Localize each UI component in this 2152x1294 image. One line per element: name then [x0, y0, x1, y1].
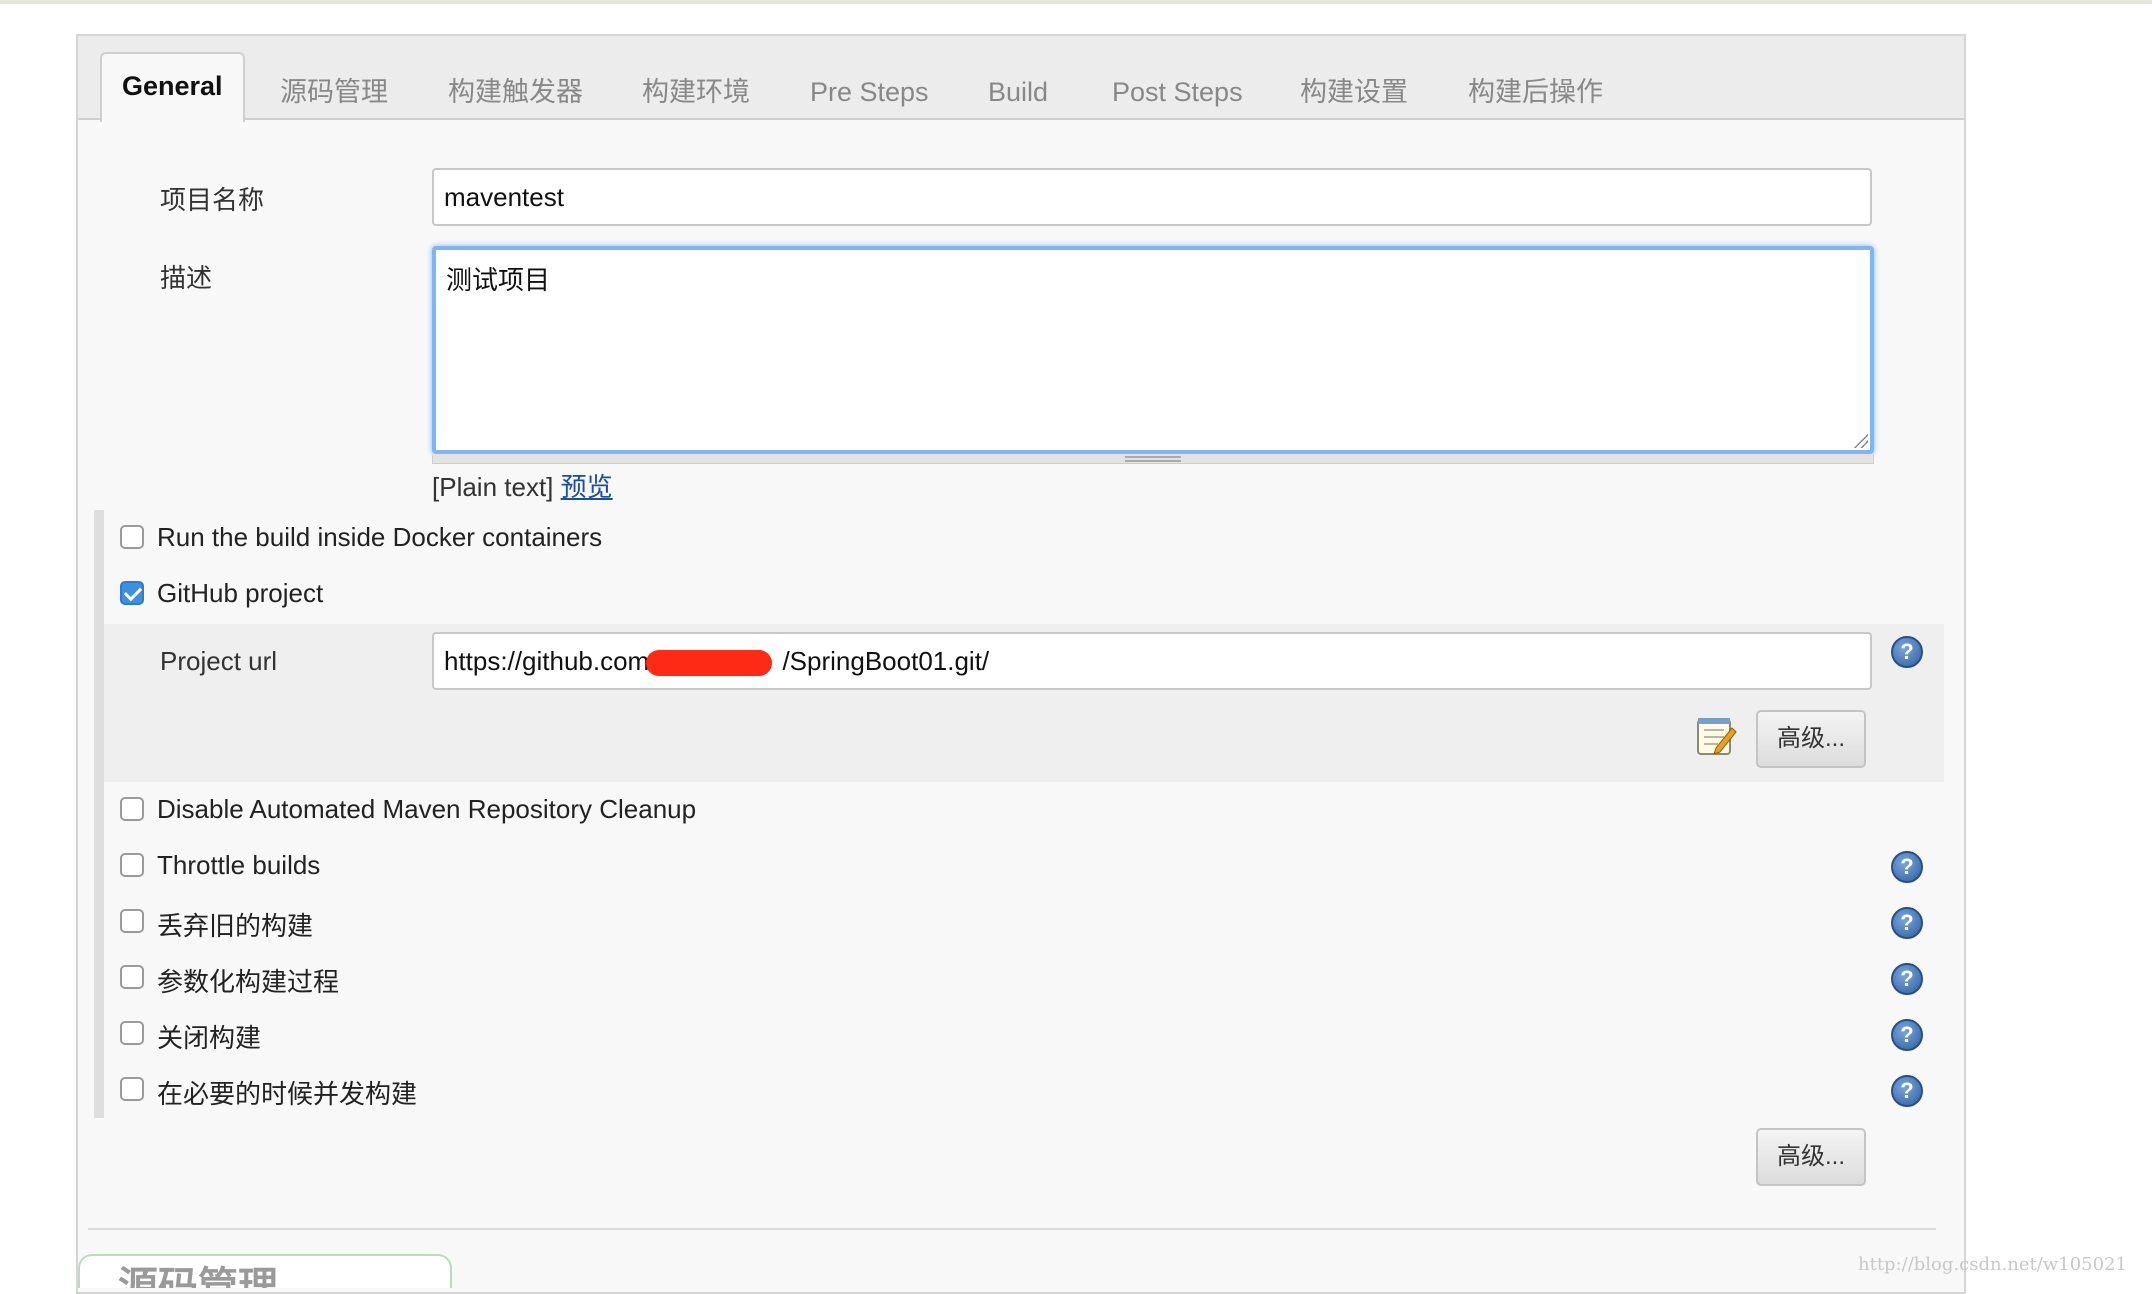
top-rule — [0, 0, 2152, 4]
project-url-prefix: https://github.com/ — [444, 646, 657, 676]
tab-build[interactable]: Build — [988, 72, 1048, 120]
throttle-builds-checkbox[interactable] — [120, 853, 144, 877]
maven-cleanup-checkbox[interactable] — [120, 797, 144, 821]
markup-format: [Plain text] 预览 — [432, 467, 613, 504]
parameterized-label: 参数化构建过程 — [157, 967, 340, 997]
section-divider — [88, 1228, 1936, 1230]
tab-build-settings[interactable]: 构建设置 — [1300, 72, 1408, 120]
github-project-checkbox[interactable] — [120, 581, 144, 605]
tab-source-management[interactable]: 源码管理 — [280, 72, 388, 120]
textarea-drag-handle[interactable] — [432, 454, 1874, 464]
concurrent-build-label: 在必要的时候并发构建 — [157, 1079, 418, 1109]
discard-old-builds-checkbox[interactable] — [120, 909, 144, 933]
drag-lines-icon — [1125, 456, 1181, 462]
tab-post-build-actions[interactable]: 构建后操作 — [1468, 72, 1603, 120]
preview-link[interactable]: 预览 — [561, 472, 613, 502]
tab-build-triggers[interactable]: 构建触发器 — [448, 72, 583, 120]
project-url-label: Project url — [160, 646, 278, 676]
description-text: 测试项目 — [446, 265, 551, 295]
throttle-builds-label: Throttle builds — [157, 850, 321, 880]
description-textarea[interactable]: 测试项目 — [432, 246, 1874, 454]
concurrent-build-checkbox[interactable] — [120, 1077, 144, 1101]
maven-cleanup-label: Disable Automated Maven Repository Clean… — [157, 794, 697, 824]
github-project-label: GitHub project — [157, 578, 324, 608]
watermark: http://blog.csdn.net/w105021 — [1858, 1254, 2127, 1275]
options-indent-bar — [94, 510, 104, 1118]
help-icon-project-url[interactable]: ? — [1891, 636, 1923, 668]
docker-checkbox[interactable] — [120, 525, 144, 549]
help-icon-parameterized[interactable]: ? — [1891, 963, 1923, 995]
parameterized-checkbox[interactable] — [120, 965, 144, 989]
tab-post-steps[interactable]: Post Steps — [1112, 72, 1243, 120]
source-management-title: 源码管理 — [118, 1265, 278, 1288]
disable-build-label: 关闭构建 — [157, 1023, 262, 1053]
disable-build-checkbox[interactable] — [120, 1021, 144, 1045]
tab-bar: General 源码管理 构建触发器 构建环境 Pre Steps Build … — [78, 36, 1964, 122]
tab-build-environment[interactable]: 构建环境 — [642, 72, 750, 120]
help-icon-disable-build[interactable]: ? — [1891, 1019, 1923, 1051]
help-icon-throttle[interactable]: ? — [1891, 851, 1923, 883]
source-management-section-header: 源码管理 — [78, 1254, 452, 1288]
tab-general[interactable]: General — [100, 52, 245, 122]
docker-label: Run the build inside Docker containers — [157, 522, 603, 552]
discard-old-builds-label: 丢弃旧的构建 — [157, 911, 314, 941]
project-name-input[interactable]: maventest — [432, 168, 1872, 226]
markup-format-text: [Plain text] — [432, 472, 554, 502]
redaction-mark — [646, 650, 772, 676]
notepad-icon[interactable] — [1694, 714, 1738, 758]
advanced-button-general[interactable]: 高级... — [1756, 1128, 1866, 1186]
help-icon-concurrent[interactable]: ? — [1891, 1075, 1923, 1107]
project-name-label: 项目名称 — [160, 185, 265, 215]
tab-pre-steps[interactable]: Pre Steps — [810, 72, 929, 120]
description-label: 描述 — [160, 263, 213, 293]
resize-grip-icon[interactable] — [1852, 432, 1868, 448]
help-icon-discard-old[interactable]: ? — [1891, 907, 1923, 939]
project-url-suffix: /SpringBoot01.git/ — [782, 646, 990, 676]
advanced-button-github[interactable]: 高级... — [1756, 710, 1866, 768]
